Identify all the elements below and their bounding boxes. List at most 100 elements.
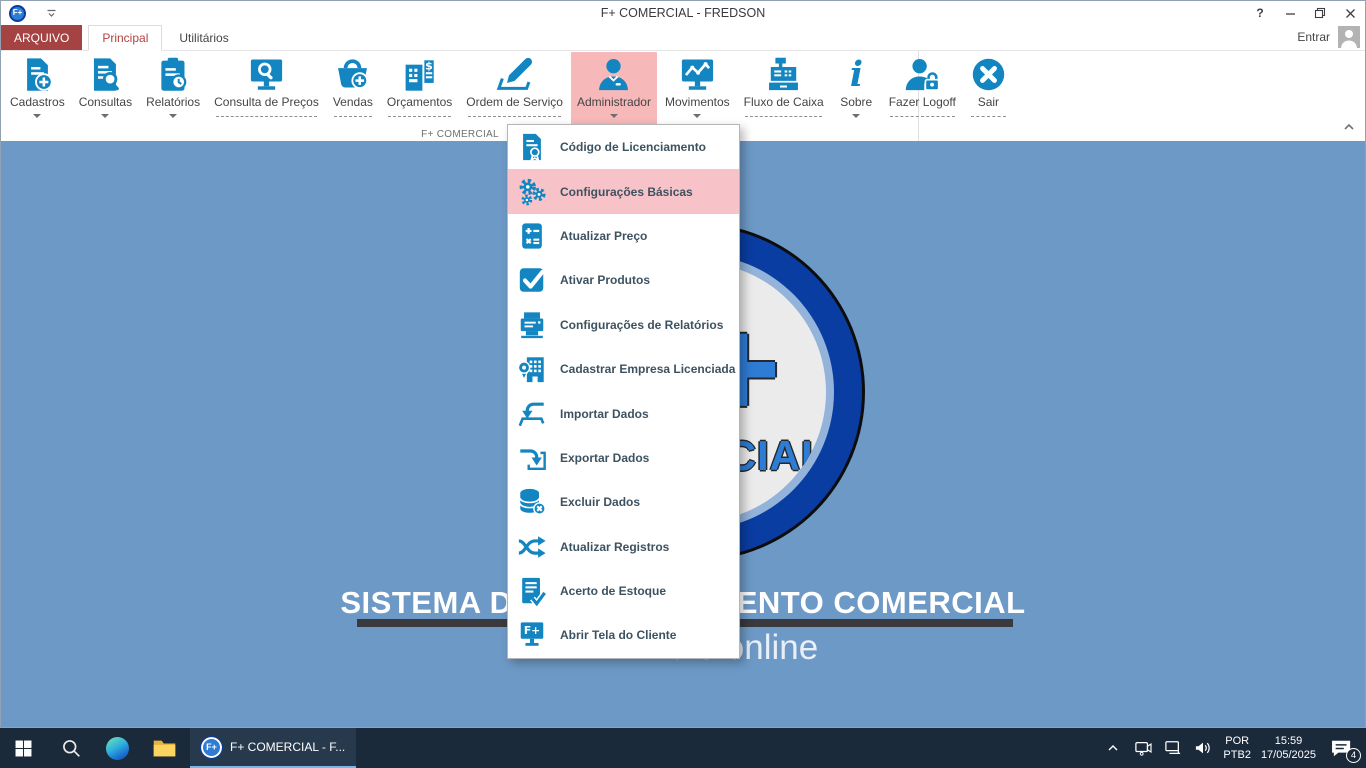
ribbon-button-ordem-de-servico[interactable]: Ordem de Serviço — [460, 52, 569, 126]
ribbon-group-label: F+ COMERCIAL — [421, 129, 499, 140]
menu-item-label: Configurações de Relatórios — [560, 317, 724, 332]
ribbon-button-label: Consulta de Preços — [214, 95, 319, 109]
info-icon: i — [838, 54, 875, 95]
svg-text:i: i — [850, 56, 863, 93]
ribbon-button-consulta-de-precos[interactable]: Consulta de Preços — [208, 52, 325, 126]
ribbon-button-label: Sobre — [840, 95, 873, 109]
menu-item-label: Configurações Básicas — [560, 184, 693, 199]
tab-utilitarios[interactable]: Utilitários — [166, 26, 241, 50]
restore-button[interactable] — [1305, 2, 1335, 25]
dashed-separator — [744, 113, 824, 119]
shuffle-icon — [517, 532, 547, 562]
network-icon[interactable] — [1163, 740, 1183, 756]
notification-count-badge: 4 — [1346, 747, 1361, 763]
menu-item-codigo-de-licenciamento[interactable]: Código de Licenciamento — [508, 125, 739, 169]
taskbar-app-icon: F+ — [200, 735, 223, 759]
import-icon — [517, 399, 547, 429]
dropdown-arrow-icon — [10, 113, 65, 119]
svg-text:F+: F+ — [524, 625, 540, 638]
ribbon-button-cadastros[interactable]: Cadastros — [4, 52, 71, 126]
menu-item-acerto-de-estoque[interactable]: Acerto de Estoque — [508, 569, 739, 613]
monitor-search-icon — [248, 56, 285, 93]
ribbon-button-label: Fluxo de Caixa — [743, 95, 824, 109]
menu-item-importar-dados[interactable]: Importar Dados — [508, 391, 739, 435]
file-explorer-icon[interactable] — [141, 728, 188, 768]
sign-in-area[interactable]: Entrar — [1297, 26, 1360, 48]
ribbon-button-administrador[interactable]: Administrador — [570, 52, 657, 126]
person-icon — [595, 56, 632, 93]
menu-item-configuracoes-basicas[interactable]: Configurações Básicas — [508, 169, 739, 214]
collapse-ribbon-icon[interactable] — [1343, 118, 1355, 136]
calc-dollar-icon: $ — [401, 56, 438, 93]
database-x-icon — [517, 487, 547, 517]
ribbon-button-fazer-logoff[interactable]: Fazer Logoff — [883, 52, 962, 126]
ribbon-button-vendas[interactable]: Vendas — [327, 52, 379, 126]
dashed-separator — [214, 113, 319, 119]
svg-text:$: $ — [425, 59, 433, 72]
menu-item-atualizar-preco[interactable]: Atualizar Preço — [508, 214, 739, 258]
quick-access-toolbar-arrow-icon[interactable] — [46, 9, 57, 18]
doc-search-icon — [87, 56, 124, 93]
circle-x-icon — [970, 56, 1007, 93]
start-button[interactable] — [0, 728, 47, 768]
dashed-separator — [889, 113, 956, 119]
close-button[interactable] — [1335, 2, 1365, 25]
dropdown-arrow-icon — [146, 113, 200, 119]
ribbon-button-movimentos[interactable]: Movimentos — [659, 52, 736, 126]
edge-browser-icon[interactable] — [94, 728, 141, 768]
ribbon-button-label: Relatórios — [146, 95, 201, 109]
minimize-button[interactable] — [1275, 2, 1305, 25]
taskbar-app-button[interactable]: F+ F+ COMERCIAL - F... — [190, 728, 357, 768]
ribbon-button-orcamentos[interactable]: $ Orçamentos — [381, 52, 458, 126]
check-square-icon — [517, 265, 547, 295]
menu-item-label: Ativar Produtos — [560, 273, 651, 288]
ribbon-button-label: Consultas — [78, 95, 133, 109]
ribbon-button-label: Administrador — [576, 95, 651, 109]
meet-now-icon[interactable] — [1133, 740, 1153, 756]
ribbon-button-label: Orçamentos — [386, 95, 453, 109]
hidden-icons-chevron-icon[interactable] — [1103, 744, 1123, 752]
window-title: F+ COMERCIAL - FREDSON — [600, 6, 766, 20]
user-avatar-icon[interactable] — [1338, 26, 1360, 48]
menu-item-excluir-dados[interactable]: Excluir Dados — [508, 480, 739, 524]
ribbon-button-relatorios[interactable]: Relatórios — [140, 52, 206, 126]
ribbon-button-label: Cadastros — [10, 95, 65, 109]
help-button[interactable]: ? — [1245, 2, 1275, 25]
app-window: F+ F+ COMERCIAL - FREDSON ? ARQUIVO Prin… — [0, 0, 1366, 728]
volume-icon[interactable] — [1193, 740, 1213, 756]
ribbon-button-sobre[interactable]: i Sobre — [832, 52, 881, 126]
language-indicator[interactable]: POR PTB2 — [1223, 734, 1251, 763]
menu-item-label: Abrir Tela do Cliente — [560, 628, 677, 643]
app-logo-icon[interactable]: F+ — [9, 4, 26, 22]
taskbar: F+ F+ COMERCIAL - F... POR PTB2 15:59 17… — [0, 728, 1366, 768]
menu-item-cadastrar-empresa-licenciada[interactable]: Cadastrar Empresa Licenciada — [508, 347, 739, 391]
window-controls: ? — [1245, 2, 1365, 25]
ribbon-tab-bar: ARQUIVO Principal Utilitários Entrar — [1, 25, 1365, 51]
tab-arquivo[interactable]: ARQUIVO — [1, 25, 83, 50]
notification-center-icon[interactable]: 4 — [1330, 739, 1361, 763]
ribbon-button-label: Movimentos — [664, 95, 730, 109]
menu-item-atualizar-registros[interactable]: Atualizar Registros — [508, 525, 739, 569]
taskbar-app-label: F+ COMERCIAL - F... — [230, 740, 346, 754]
clock[interactable]: 15:59 17/05/2025 — [1261, 734, 1316, 763]
menu-item-configuracoes-de-relatorios[interactable]: Configurações de Relatórios — [508, 303, 739, 347]
person-lock-icon — [904, 56, 941, 93]
dropdown-arrow-icon — [838, 113, 875, 119]
monitor-fplus-icon: F+ — [517, 620, 547, 650]
ribbon-button-consultas[interactable]: Consultas — [73, 52, 138, 126]
tab-principal[interactable]: Principal — [88, 25, 163, 51]
ribbon-button-fluxo-de-caixa[interactable]: Fluxo de Caixa — [738, 52, 830, 126]
menu-item-exportar-dados[interactable]: Exportar Dados — [508, 436, 739, 480]
menu-item-ativar-produtos[interactable]: Ativar Produtos — [508, 258, 739, 302]
search-button[interactable] — [47, 728, 94, 768]
cash-register-icon — [765, 56, 802, 93]
ribbon-button-sair[interactable]: Sair — [964, 52, 1013, 126]
menu-item-label: Atualizar Registros — [560, 539, 670, 554]
dropdown-arrow-icon — [665, 113, 730, 119]
export-icon — [517, 443, 547, 473]
dashed-separator — [333, 113, 373, 119]
menu-item-abrir-tela-do-cliente[interactable]: F+ Abrir Tela do Cliente — [508, 613, 739, 657]
ribbon-group: Cadastros Consultas Relatórios Consulta de … — [1, 51, 1007, 141]
dropdown-arrow-icon — [577, 113, 651, 119]
doc-check-icon — [517, 576, 548, 609]
